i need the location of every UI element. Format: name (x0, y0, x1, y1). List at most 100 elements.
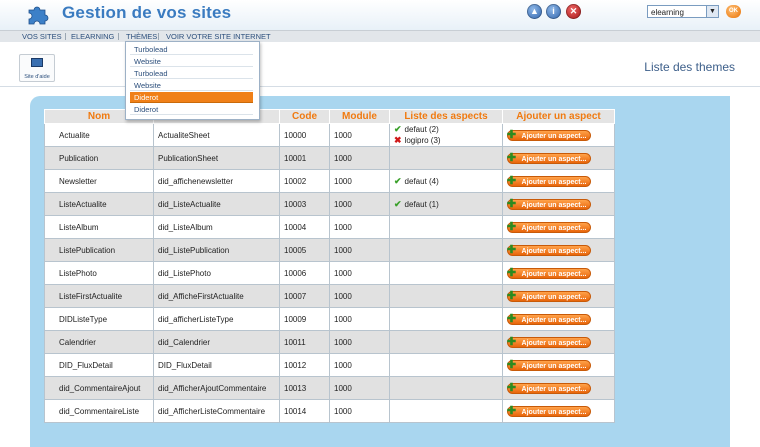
add-aspect-button[interactable]: ✚ Ajouter un aspect... (507, 290, 591, 302)
cell-nom: ListeActualite (44, 192, 154, 216)
aspect-item[interactable]: ✔ defaut (2) (394, 124, 502, 135)
cell-nom: ListeFirstActualite (44, 284, 154, 308)
plus-icon: ✚ (506, 151, 517, 164)
table-row: DIDListeType did_afficherListeType 10009 10… (44, 307, 615, 331)
cell-aspects (389, 215, 503, 239)
plus-icon: ✚ (506, 266, 517, 279)
cell-ajouter: ✚ Ajouter un aspect... (502, 123, 615, 147)
add-aspect-button[interactable]: ✚ Ajouter un aspect... (506, 312, 591, 325)
table-row: ListePublication did_ListePublication 1000… (44, 238, 615, 262)
cell-code: 10007 (279, 284, 330, 308)
app-title: Gestion de vos sites (62, 3, 232, 22)
plus-icon: ✚ (506, 197, 517, 210)
dropdown-item-website[interactable]: Website (130, 80, 253, 91)
dropdown-item-diderot[interactable]: Diderot (130, 104, 253, 115)
cell-nom: DID_FluxDetail (44, 353, 154, 377)
cell-fonction: did_ListePublication (153, 238, 280, 262)
cell-nom: Actualite (44, 123, 154, 147)
plus-icon: ✚ (506, 174, 517, 187)
add-aspect-button[interactable]: ✚ Ajouter un aspect... (506, 381, 591, 394)
plus-icon: ✚ (506, 358, 517, 371)
ok-button[interactable]: OK (726, 5, 741, 18)
col-aspects: Liste des aspects (389, 109, 503, 124)
cell-ajouter: ✚ Ajouter un aspect... (502, 215, 615, 239)
up-icon[interactable]: ▲ (527, 4, 542, 19)
dropdown-item-website[interactable]: Website (130, 56, 253, 67)
info-icon[interactable]: i (546, 4, 561, 19)
page-title: Liste des themes (644, 60, 735, 74)
help-site-button[interactable]: Site d'aide (19, 54, 55, 82)
cell-nom: ListePublication (44, 238, 154, 262)
site-select[interactable]: elearning ▼ (647, 5, 719, 18)
help-site-label: Site d'aide (24, 74, 50, 80)
cell-nom: DIDListeType (44, 307, 154, 331)
cell-ajouter: ✚ Ajouter un aspect... (502, 146, 615, 170)
cell-nom: did_CommentaireListe (44, 399, 154, 423)
dropdown-item-turbolead[interactable]: Turbolead (130, 68, 253, 79)
col-code[interactable]: Code (279, 109, 330, 124)
add-aspect-button[interactable]: ✚ Ajouter un aspect... (506, 358, 591, 371)
cell-code: 10006 (279, 261, 330, 285)
aspect-item[interactable]: ✖ logipro (3) (394, 135, 502, 146)
cell-nom: Calendrier (44, 330, 154, 354)
add-aspect-button[interactable]: ✚ Ajouter un aspect... (506, 174, 591, 187)
check-icon: ✔ (394, 198, 402, 209)
cell-module: 1000 (329, 376, 390, 400)
cell-module: 1000 (329, 261, 390, 285)
cell-fonction: ActualiteSheet (153, 123, 280, 147)
plus-icon: ✚ (506, 381, 517, 394)
check-icon: ✔ (394, 124, 402, 134)
close-icon[interactable]: ✕ (566, 4, 581, 19)
menu-elearning[interactable]: ELEARNING (71, 31, 114, 42)
add-aspect-button[interactable]: ✚ Ajouter un aspect... (507, 405, 591, 417)
cell-code: 10000 (279, 123, 330, 147)
cell-nom: ListePhoto (44, 261, 154, 285)
cell-aspects (389, 353, 503, 377)
add-aspect-button[interactable]: ✚ Ajouter un aspect... (507, 221, 591, 233)
dropdown-item-diderot[interactable]: Diderot (130, 92, 253, 103)
cell-fonction: did_AfficherAjoutCommentaire (153, 376, 280, 400)
add-aspect-label: Ajouter un aspect... (521, 178, 587, 186)
add-aspect-button[interactable]: ✚ Ajouter un aspect... (507, 336, 591, 348)
cell-fonction: did_affichenewsletter (153, 169, 280, 193)
cell-module: 1000 (329, 169, 390, 193)
menu-vos-sites[interactable]: VOS SITES (22, 31, 62, 42)
add-aspect-button[interactable]: ✚ Ajouter un aspect... (506, 128, 591, 141)
add-aspect-label: Ajouter un aspect... (521, 155, 587, 163)
cell-module: 1000 (329, 238, 390, 262)
cell-fonction: did_AfficherListeCommentaire (153, 399, 280, 423)
cell-fonction: did_AfficheFirstActualite (153, 284, 280, 308)
table-row: did_CommentaireAjout did_AfficherAjoutCom… (44, 376, 615, 400)
add-aspect-button[interactable]: ✚ Ajouter un aspect... (506, 266, 591, 279)
aspect-item[interactable]: ✔ defaut (4) (394, 176, 502, 187)
cell-aspects (389, 238, 503, 262)
col-module[interactable]: Module (329, 109, 390, 124)
add-aspect-button[interactable]: ✚ Ajouter un aspect... (506, 197, 591, 210)
cell-fonction: did_ListeAlbum (153, 215, 280, 239)
table-row: ListePhoto did_ListePhoto 10006 1000 ✚ Ajoute… (44, 261, 615, 285)
aspect-item[interactable]: ✔ defaut (1) (394, 199, 502, 210)
cell-module: 1000 (329, 353, 390, 377)
cell-module: 1000 (329, 399, 390, 423)
menu-separator (158, 33, 159, 40)
plus-icon: ✚ (506, 243, 517, 256)
chevron-down-icon: ▼ (706, 6, 718, 17)
aspect-label: defaut (2) (404, 125, 439, 134)
add-aspect-label: Ajouter un aspect... (521, 362, 587, 370)
add-aspect-button[interactable]: ✚ Ajouter un aspect... (506, 243, 591, 256)
add-aspect-label: Ajouter un aspect... (521, 247, 587, 255)
aspect-label: defaut (1) (404, 199, 439, 209)
plus-icon: ✚ (506, 128, 517, 141)
cell-code: 10012 (279, 353, 330, 377)
cell-module: 1000 (329, 146, 390, 170)
cell-ajouter: ✚ Ajouter un aspect... (502, 307, 615, 331)
cell-ajouter: ✚ Ajouter un aspect... (502, 353, 615, 377)
cell-ajouter: ✚ Ajouter un aspect... (502, 376, 615, 400)
add-aspect-label: Ajouter un aspect... (521, 385, 587, 393)
cell-aspects: ✔ defaut (2) ✖ logipro (3) (389, 123, 503, 147)
dropdown-item-turbolead[interactable]: Turbolead (130, 44, 253, 55)
cell-nom: Publication (44, 146, 154, 170)
add-aspect-button[interactable]: ✚ Ajouter un aspect... (506, 151, 591, 164)
cell-ajouter: ✚ Ajouter un aspect... (502, 261, 615, 285)
plus-icon: ✚ (506, 312, 517, 325)
